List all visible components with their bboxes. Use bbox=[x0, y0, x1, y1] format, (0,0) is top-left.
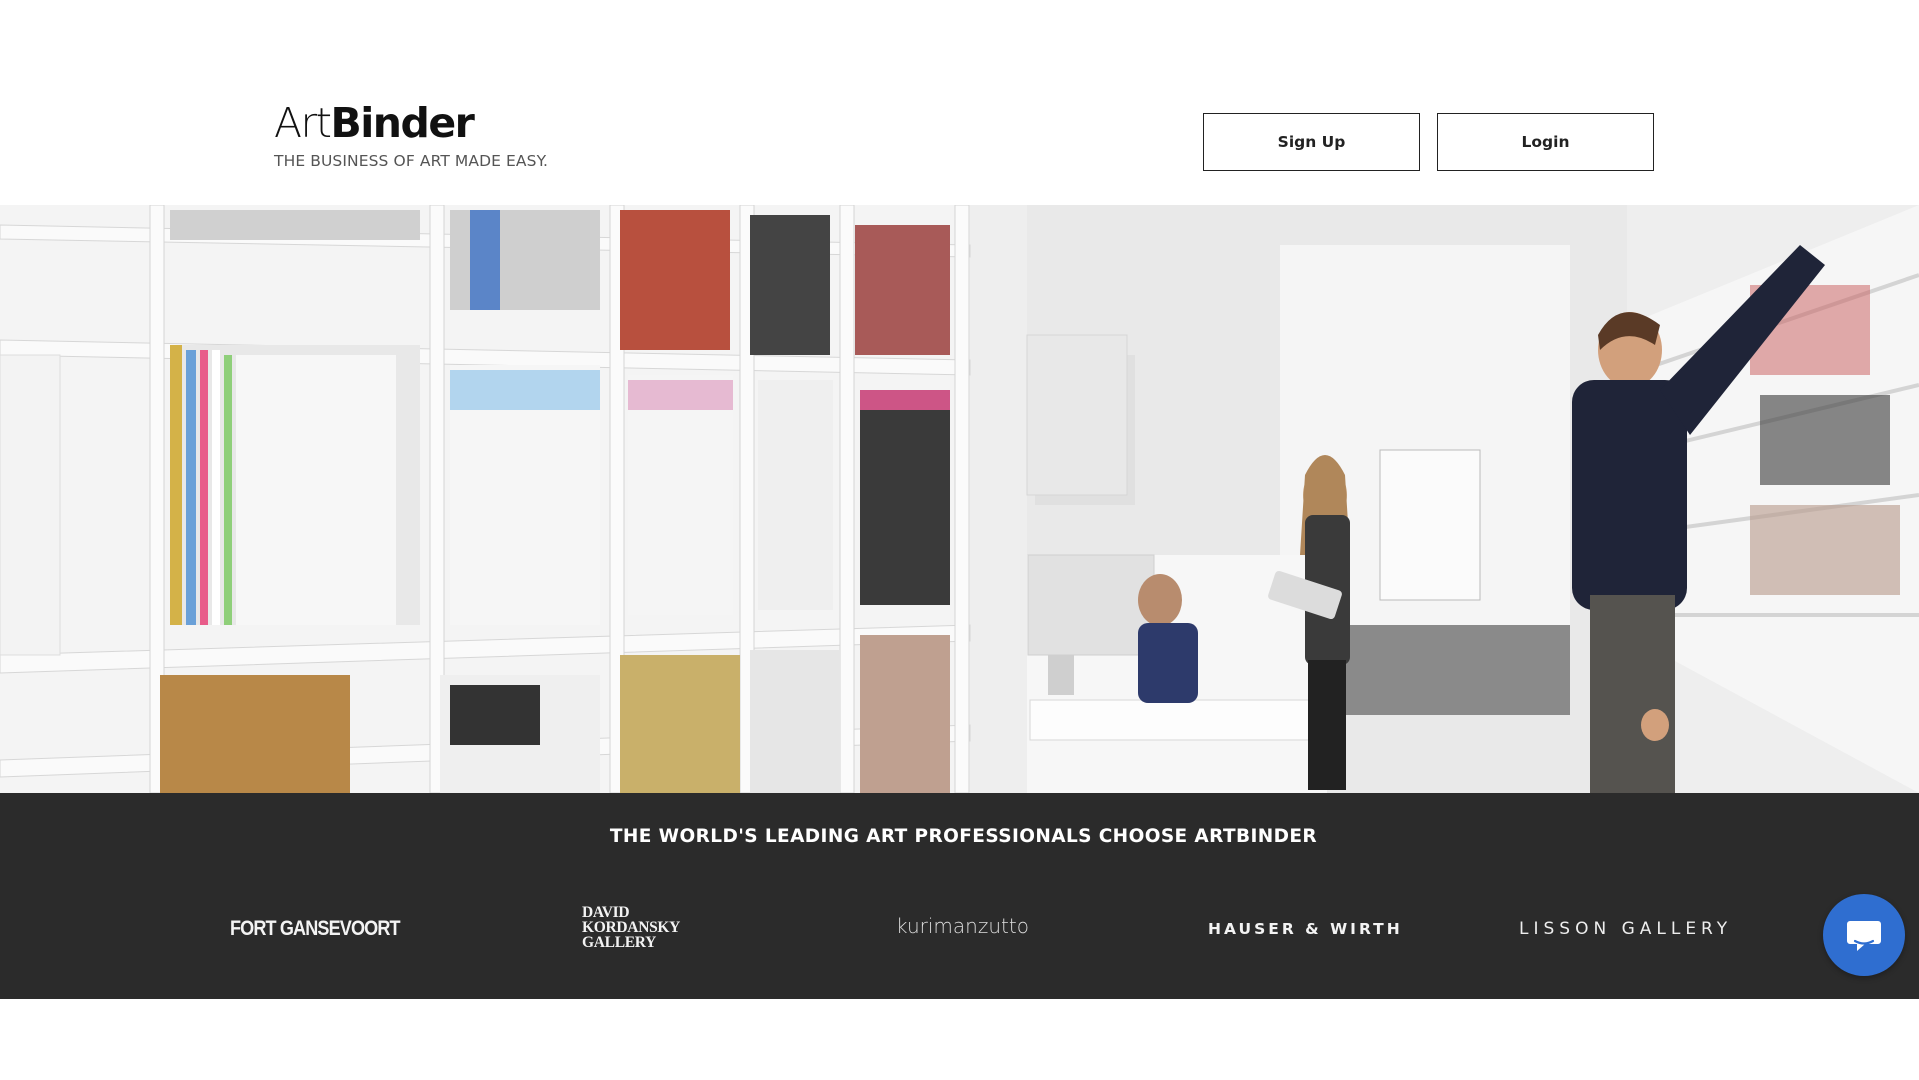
chat-widget-button[interactable] bbox=[1823, 894, 1905, 976]
partner-logo-david-kordansky: DAVID KORDANSKY GALLERY bbox=[582, 904, 681, 951]
left-bookshelf bbox=[0, 205, 971, 793]
logo-art: Art bbox=[274, 99, 332, 147]
artbinder-logo[interactable]: ArtBinder THE BUSINESS OF ART MADE EASY. bbox=[274, 100, 548, 170]
partner-logo-fort-gansevoort: FORT GANSEVOORT bbox=[230, 917, 401, 940]
login-button[interactable]: Login bbox=[1437, 113, 1654, 171]
partner-logo-hauser-wirth: HAUSER & WIRTH bbox=[1208, 920, 1403, 938]
logo-binder: Binder bbox=[330, 99, 474, 147]
logo-tagline: THE BUSINESS OF ART MADE EASY. bbox=[274, 152, 549, 170]
site-header: ArtBinder THE BUSINESS OF ART MADE EASY.… bbox=[0, 0, 1919, 205]
sign-up-button[interactable]: Sign Up bbox=[1203, 113, 1420, 171]
partner-logo-kurimanzutto: kurimanzutto bbox=[896, 914, 1029, 938]
partners-band bbox=[0, 793, 1919, 999]
chat-bubble-icon bbox=[1847, 921, 1881, 951]
partner-logo-lisson-gallery: LISSON GALLERY bbox=[1519, 919, 1733, 939]
partners-heading: THE WORLD'S LEADING ART PROFESSIONALS CH… bbox=[609, 826, 1318, 847]
logo-wordmark: ArtBinder bbox=[274, 100, 548, 146]
hero-image bbox=[0, 205, 1919, 793]
hero-office-bookshelf-illustration bbox=[0, 205, 1919, 793]
